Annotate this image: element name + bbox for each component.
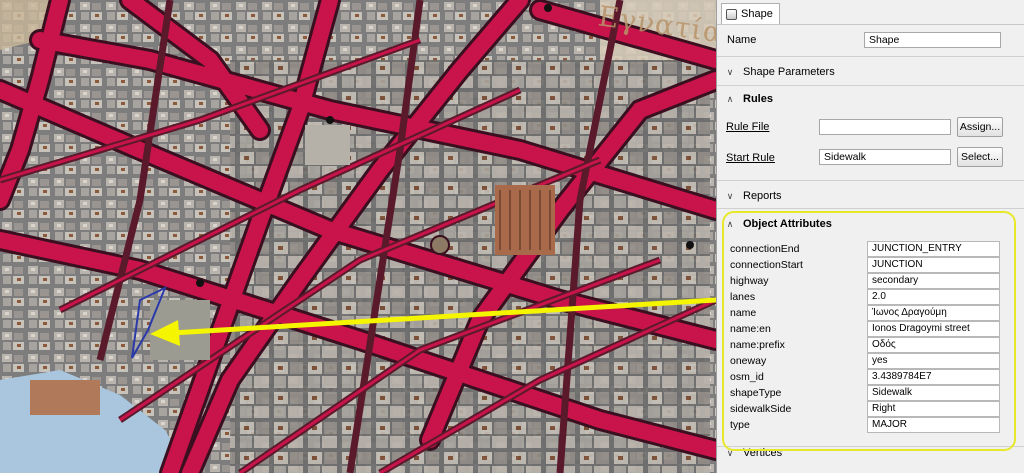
attribute-row: connectionEnd JUNCTION_ENTRY — [724, 241, 1004, 257]
map-node — [686, 241, 694, 249]
name-field[interactable]: Shape — [864, 32, 1001, 48]
attribute-value[interactable]: JUNCTION — [867, 257, 1000, 273]
attribute-row: highway secondary — [724, 273, 1004, 289]
divider — [717, 85, 1024, 86]
attribute-key: connectionEnd — [730, 243, 800, 255]
attribute-key: name — [730, 307, 757, 319]
map-viewport[interactable]: Εγνατία — [0, 0, 716, 473]
fountain — [430, 235, 450, 255]
attribute-key: name:prefix — [730, 339, 785, 351]
section-title: Rules — [743, 93, 773, 105]
section-rules[interactable]: ∧ Rules — [717, 89, 1024, 109]
section-shape-parameters[interactable]: ∨ Shape Parameters — [717, 62, 1024, 82]
attribute-key: oneway — [730, 355, 767, 367]
start-rule-field[interactable]: Sidewalk — [819, 149, 951, 165]
attribute-value[interactable]: 2.0 — [867, 289, 1000, 305]
attribute-row: lanes 2.0 — [724, 289, 1004, 305]
attribute-key: sidewalkSide — [730, 403, 792, 415]
section-title: Reports — [743, 190, 782, 202]
name-label: Name — [727, 34, 757, 46]
attribute-row: connectionStart JUNCTION — [724, 257, 1004, 273]
attribute-key: connectionStart — [730, 259, 803, 271]
attribute-row: name:prefix Οδός — [724, 337, 1004, 353]
attribute-key: osm_id — [730, 371, 764, 383]
attribute-key: name:en — [730, 323, 771, 335]
chevron-down-icon: ∨ — [726, 66, 734, 77]
inspector-tabstrip: Shape — [717, 0, 1024, 25]
building-roof — [305, 125, 350, 165]
attribute-key: highway — [730, 275, 769, 287]
attribute-row: sidewalkSide Right — [724, 401, 1004, 417]
divider — [717, 180, 1024, 181]
attribute-value[interactable]: yes — [867, 353, 1000, 369]
attribute-key: lanes — [730, 291, 756, 303]
attribute-value[interactable]: secondary — [867, 273, 1000, 289]
attribute-key: shapeType — [730, 387, 782, 399]
attribute-row: shapeType Sidewalk — [724, 385, 1004, 401]
attribute-row: type MAJOR — [724, 417, 1004, 433]
attribute-value[interactable]: JUNCTION_ENTRY — [867, 241, 1000, 257]
attribute-value[interactable]: Right — [867, 401, 1000, 417]
map-node — [544, 4, 552, 12]
attribute-value[interactable]: Ionos Dragoymi street — [867, 321, 1000, 337]
assign-button[interactable]: Assign... — [957, 117, 1003, 137]
map-canvas[interactable] — [0, 0, 716, 473]
select-button[interactable]: Select... — [957, 147, 1003, 167]
attribute-row: oneway yes — [724, 353, 1004, 369]
start-rule-link[interactable]: Start Rule — [726, 152, 775, 164]
building-roof — [495, 185, 555, 255]
attribute-value[interactable]: Ίωνος Δραγούμη — [867, 305, 1000, 321]
tab-shape[interactable]: Shape — [721, 3, 780, 24]
divider — [717, 208, 1024, 209]
map-node — [196, 279, 204, 287]
chevron-up-icon: ∧ — [726, 93, 734, 104]
section-reports[interactable]: ∨ Reports — [717, 186, 1024, 206]
attribute-value[interactable]: Sidewalk — [867, 385, 1000, 401]
map-node — [326, 116, 334, 124]
attribute-row: name Ίωνος Δραγούμη — [724, 305, 1004, 321]
attribute-row: name:en Ionos Dragoymi street — [724, 321, 1004, 337]
attribute-row: osm_id 3.4389784E7 — [724, 369, 1004, 385]
attribute-value[interactable]: Οδός — [867, 337, 1000, 353]
building-roof — [30, 380, 100, 415]
divider — [717, 56, 1024, 57]
rule-file-field[interactable] — [819, 119, 951, 135]
section-title: Shape Parameters — [743, 66, 835, 78]
attribute-value[interactable]: MAJOR — [867, 417, 1000, 433]
attribute-key: type — [730, 419, 750, 431]
chevron-down-icon: ∨ — [726, 190, 734, 201]
rule-file-link[interactable]: Rule File — [726, 121, 769, 133]
attribute-value[interactable]: 3.4389784E7 — [867, 369, 1000, 385]
shape-icon — [726, 8, 737, 20]
tab-shape-label: Shape — [741, 8, 773, 20]
